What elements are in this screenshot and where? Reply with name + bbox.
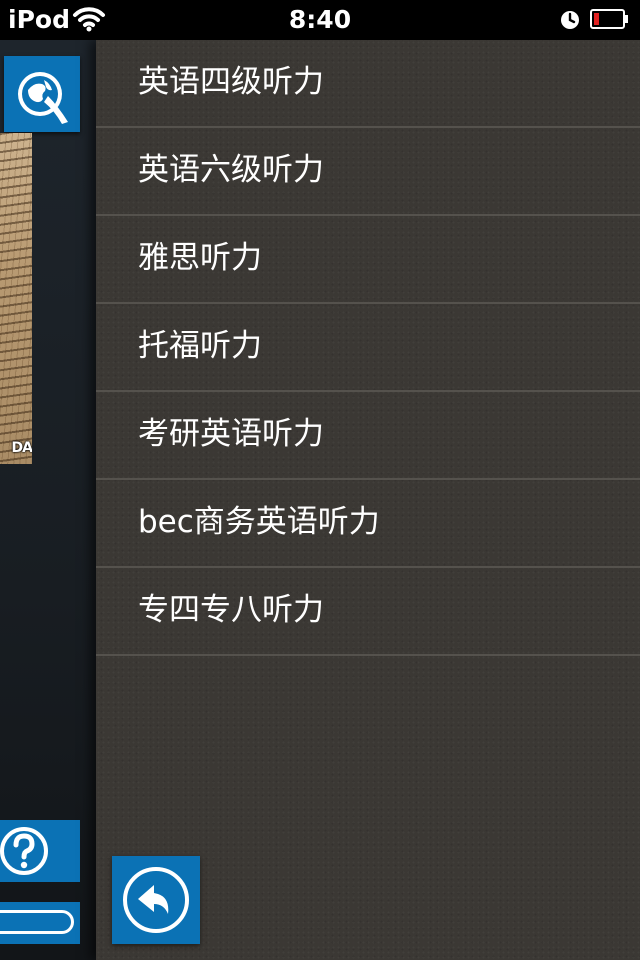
back-arrow-icon: [123, 867, 189, 933]
newspaper-thumbnail[interactable]: DA: [0, 133, 32, 464]
status-bar: iPod 8:40: [0, 0, 640, 40]
toggle-switch-icon: [0, 910, 74, 934]
screen: iPod 8:40 DA 英语四级听力 英语六级听力 雅思听力 托福听力 考研英…: [0, 0, 640, 960]
help-icon: [0, 827, 48, 875]
back-button[interactable]: [112, 856, 200, 944]
menu-item-label: 专四专八听力: [138, 592, 324, 628]
battery-low-icon: [590, 9, 628, 29]
menu-item-cet4[interactable]: 英语四级听力: [96, 40, 640, 128]
menu-item-label: 托福听力: [138, 328, 262, 364]
menu-item-tem[interactable]: 专四专八听力: [96, 568, 640, 656]
menu-item-label: 雅思听力: [138, 240, 262, 276]
clock-icon: [560, 10, 580, 34]
app-logo-icon: [18, 72, 68, 124]
left-panel: DA: [0, 40, 96, 960]
menu-item-label: 英语六级听力: [138, 152, 324, 188]
menu-panel: 英语四级听力 英语六级听力 雅思听力 托福听力 考研英语听力 bec商务英语听力…: [96, 40, 640, 960]
toggle-switch-button[interactable]: [0, 902, 80, 944]
menu-item-kaoyan[interactable]: 考研英语听力: [96, 392, 640, 480]
clock-time: 8:40: [288, 5, 352, 34]
help-button[interactable]: [0, 820, 80, 882]
menu-item-ielts[interactable]: 雅思听力: [96, 216, 640, 304]
menu-item-label: 英语四级听力: [138, 64, 324, 100]
newspaper-label: DA: [11, 440, 32, 456]
menu-item-toefl[interactable]: 托福听力: [96, 304, 640, 392]
menu-item-label: bec商务英语听力: [138, 504, 380, 540]
menu-item-cet6[interactable]: 英语六级听力: [96, 128, 640, 216]
menu-item-bec[interactable]: bec商务英语听力: [96, 480, 640, 568]
app-logo-button[interactable]: [4, 56, 80, 132]
menu-item-label: 考研英语听力: [138, 416, 324, 452]
